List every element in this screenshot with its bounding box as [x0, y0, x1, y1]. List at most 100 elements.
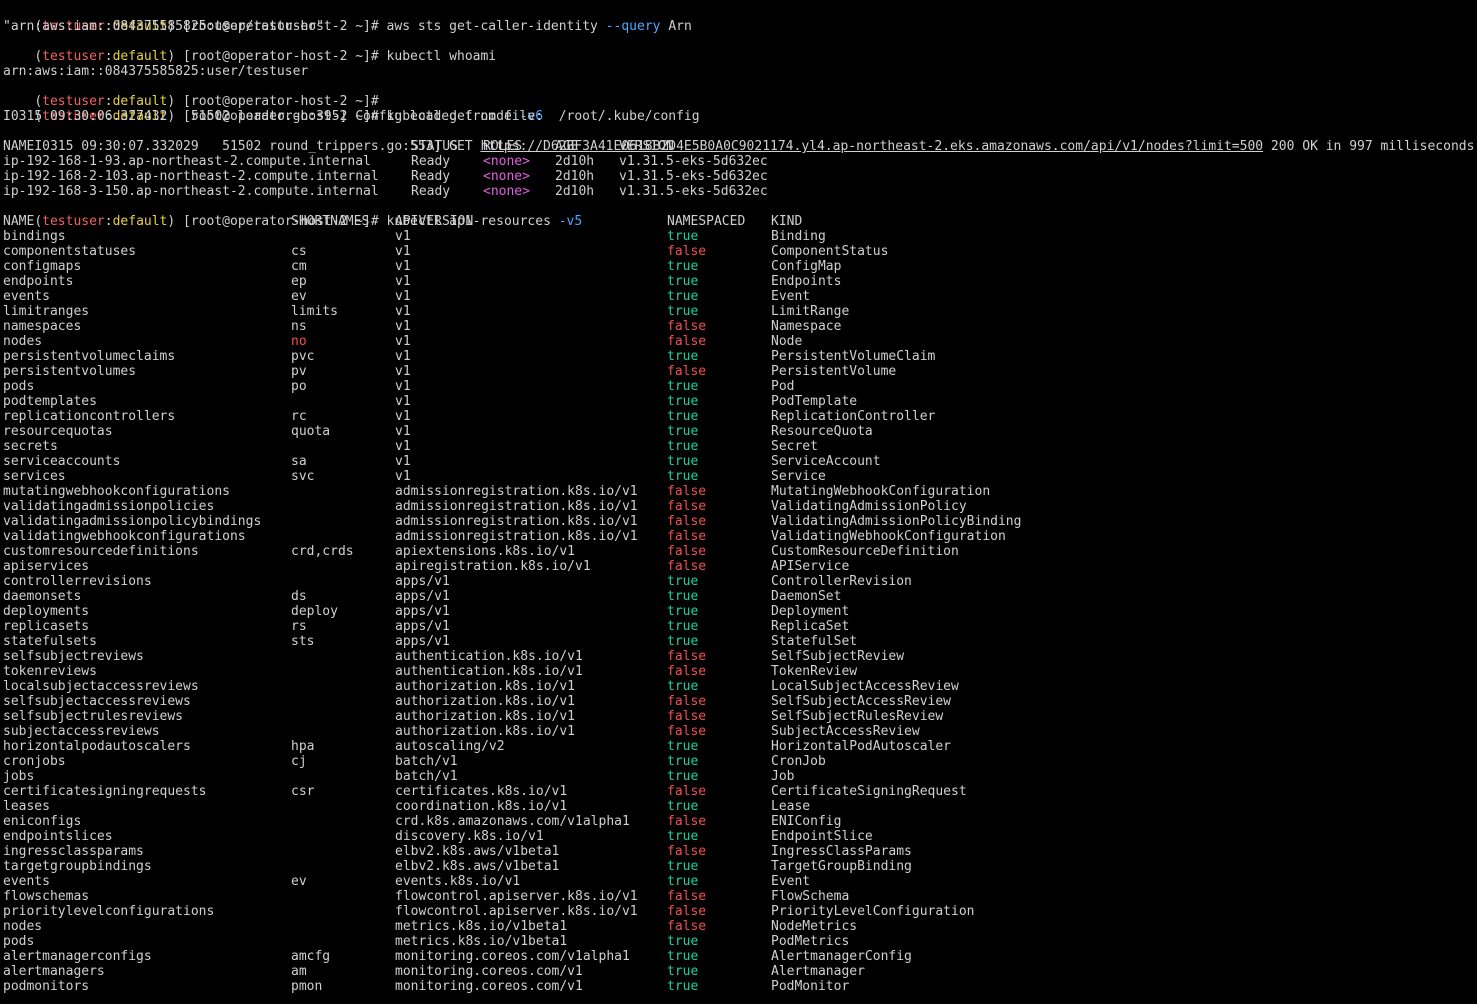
resource-name-cell: localsubjectaccessreviews: [3, 679, 199, 694]
resource-apiversion-cell: flowcontrol.apiserver.k8s.io/v1: [395, 889, 638, 904]
resource-name-cell: persistentvolumes: [3, 364, 137, 379]
resource-apiversion-cell: v1: [395, 469, 411, 484]
resource-apiversion-cell: v1: [395, 229, 411, 244]
resource-name-cell: ingressclassparams: [3, 844, 144, 859]
resource-shortnames-cell: ds: [291, 589, 307, 604]
resource-namespaced-cell: false: [667, 664, 707, 679]
resource-namespaced-cell: true: [667, 979, 699, 994]
resource-kind-cell: PodMetrics: [771, 934, 850, 949]
prompt-line: (testuser:default) [root@operator-host-2…: [3, 79, 1477, 109]
table-row: alertmanagerconfigs amcfg monitoring.coreo…: [3, 949, 1477, 964]
resource-kind-cell: Service: [771, 469, 826, 484]
resource-kind-cell: SubjectAccessReview: [771, 724, 920, 739]
resource-shortnames-cell: rc: [291, 409, 307, 424]
resource-kind-cell: APIService: [771, 559, 850, 574]
resource-name-cell: alertmanagers: [3, 964, 105, 979]
resource-apiversion-cell: metrics.k8s.io/v1beta1: [395, 934, 568, 949]
resource-namespaced-cell: false: [667, 649, 707, 664]
resource-namespaced-cell: true: [667, 679, 699, 694]
resource-namespaced-cell: true: [667, 409, 699, 424]
resource-kind-cell: PodTemplate: [771, 394, 858, 409]
table-row: endpointslices discovery.k8s.io/v1 true End…: [3, 829, 1477, 844]
resource-apiversion-cell: authentication.k8s.io/v1: [395, 664, 583, 679]
resource-name-cell: flowschemas: [3, 889, 90, 904]
resource-namespaced-cell: true: [667, 394, 699, 409]
resource-apiversion-cell: apiregistration.k8s.io/v1: [395, 559, 591, 574]
node-roles-cell: <none>: [483, 154, 530, 169]
resource-shortnames-cell: sa: [291, 454, 307, 469]
resource-namespaced-cell: true: [667, 829, 699, 844]
table-row: validatingadmissionpolicies admissionregi…: [3, 499, 1477, 514]
resource-name-cell: bindings: [3, 229, 66, 244]
resource-namespaced-cell: true: [667, 634, 699, 649]
resource-shortnames-cell: pvc: [291, 349, 315, 364]
resource-apiversion-cell: elbv2.k8s.aws/v1beta1: [395, 844, 560, 859]
resource-kind-cell: PersistentVolumeClaim: [771, 349, 936, 364]
resource-name-cell: targetgroupbindings: [3, 859, 152, 874]
resource-kind-cell: CronJob: [771, 754, 826, 769]
resource-kind-cell: MutatingWebhookConfiguration: [771, 484, 991, 499]
resource-kind-cell: CustomResourceDefinition: [771, 544, 959, 559]
resource-apiversion-cell: v1: [395, 364, 411, 379]
node-age-cell: 2d10h: [555, 169, 595, 184]
resource-namespaced-cell: true: [667, 754, 699, 769]
nodes-table: NAME STATUS ROLES AGE VERSION ip-192-168-1-93…: [3, 139, 1477, 199]
resource-kind-cell: CertificateSigningRequest: [771, 784, 967, 799]
resource-namespaced-cell: false: [667, 784, 707, 799]
resource-apiversion-cell: admissionregistration.k8s.io/v1: [395, 484, 638, 499]
resource-kind-cell: LimitRange: [771, 304, 850, 319]
resource-name-cell: namespaces: [3, 319, 82, 334]
resource-kind-cell: PriorityLevelConfiguration: [771, 904, 975, 919]
table-row: replicasets rs apps/v1 true ReplicaSet: [3, 619, 1477, 634]
resource-name-cell: statefulsets: [3, 634, 97, 649]
resource-apiversion-cell: monitoring.coreos.com/v1alpha1: [395, 949, 630, 964]
table-row: targetgroupbindings elbv2.k8s.aws/v1beta1…: [3, 859, 1477, 874]
resource-namespaced-cell: false: [667, 694, 707, 709]
resource-kind-cell: Event: [771, 874, 811, 889]
terminal-window[interactable]: (testuser:default) [root@operator-host-2…: [0, 0, 1477, 1004]
resource-shortnames-cell: amcfg: [291, 949, 331, 964]
resource-apiversion-cell: v1: [395, 409, 411, 424]
resource-shortnames-cell: po: [291, 379, 307, 394]
resource-name-cell: replicationcontrollers: [3, 409, 176, 424]
resource-kind-cell: HorizontalPodAutoscaler: [771, 739, 952, 754]
table-row: ip-192-168-1-93.ap-northeast-2.compute.i…: [3, 154, 1477, 169]
table-row: validatingwebhookconfigurations admission…: [3, 529, 1477, 544]
resource-apiversion-cell: v1: [395, 439, 411, 454]
resource-name-cell: endpoints: [3, 274, 74, 289]
prompt-line: (testuser:default) [root@operator-host-2…: [3, 94, 1477, 124]
resource-namespaced-cell: true: [667, 289, 699, 304]
table-row: services svc v1 true Service: [3, 469, 1477, 484]
table-row: controllerrevisions apps/v1 true Controller…: [3, 574, 1477, 589]
resource-name-cell: controllerrevisions: [3, 574, 152, 589]
table-row: statefulsets sts apps/v1 true StatefulSet: [3, 634, 1477, 649]
resource-kind-cell: ComponentStatus: [771, 244, 889, 259]
resource-shortnames-cell: deploy: [291, 604, 338, 619]
table-row: daemonsets ds apps/v1 true DaemonSet: [3, 589, 1477, 604]
resource-namespaced-cell: true: [667, 304, 699, 319]
node-status-cell: Ready: [411, 184, 451, 199]
resource-shortnames-cell: cs: [291, 244, 307, 259]
resource-kind-cell: Node: [771, 334, 803, 349]
table-header-row: NAME SHORTNAMES APIVERSION NAMESPACED KIND: [3, 214, 1477, 229]
node-version-cell: v1.31.5-eks-5d632ec: [619, 154, 768, 169]
resource-name-cell: alertmanagerconfigs: [3, 949, 152, 964]
resource-shortnames-cell: svc: [291, 469, 315, 484]
table-row: alertmanagers am monitoring.coreos.com/v1 t…: [3, 964, 1477, 979]
resource-namespaced-cell: true: [667, 619, 699, 634]
resource-shortnames-cell: cj: [291, 754, 307, 769]
resource-namespaced-cell: false: [667, 484, 707, 499]
table-row: replicationcontrollers rc v1 true Replicatio…: [3, 409, 1477, 424]
table-row: flowschemas flowcontrol.apiserver.k8s.io/…: [3, 889, 1477, 904]
resource-name-cell: endpointslices: [3, 829, 113, 844]
resource-apiversion-cell: v1: [395, 424, 411, 439]
resource-apiversion-cell: authorization.k8s.io/v1: [395, 709, 576, 724]
resource-apiversion-cell: v1: [395, 334, 411, 349]
resource-namespaced-cell: true: [667, 859, 699, 874]
node-status-cell: Ready: [411, 169, 451, 184]
resource-apiversion-cell: crd.k8s.amazonaws.com/v1alpha1: [395, 814, 630, 829]
prompt-line: (testuser:default) [root@operator-host-2…: [3, 199, 1477, 229]
table-row: resourcequotas quota v1 true ResourceQuota: [3, 424, 1477, 439]
resource-namespaced-cell: false: [667, 244, 707, 259]
log-line: I0315 09:30:06.327432 51502 loader.go:39…: [3, 109, 700, 124]
